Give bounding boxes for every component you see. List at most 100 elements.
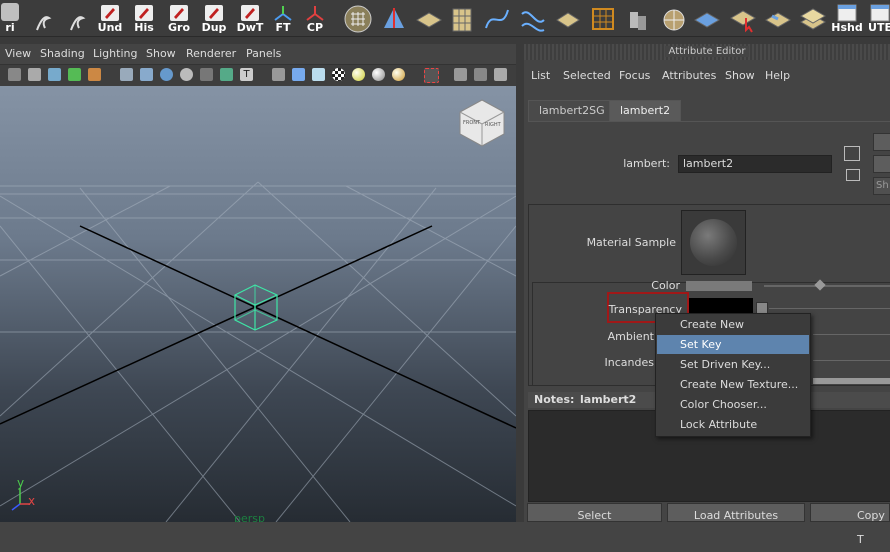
shelf-button-tiles[interactable] [692,1,722,34]
default-light-icon[interactable] [180,68,193,81]
menu-item-create-new-expression[interactable]: Create New Expression... [657,315,809,350]
cube-shaded-icon[interactable] [292,68,305,81]
material-sample-swatch [681,210,746,275]
shelf-button-history[interactable]: His [131,1,157,34]
cube-outline-icon[interactable] [272,68,285,81]
view-cube-front-label: FRONT [463,120,481,126]
grid-toggle-icon[interactable] [140,68,153,81]
menu-item-lock-attribute[interactable]: Lock Attribute [657,415,809,434]
panel-splitter[interactable] [516,44,524,522]
image-plane-icon[interactable] [68,68,81,81]
grid-axis-line-2 [0,225,433,425]
ambient-slider[interactable] [813,334,890,335]
attr-label-ambient: Ambient [607,330,654,343]
menu-item-color-chooser[interactable]: Color Chooser... [657,395,809,414]
transparency-slider[interactable] [769,308,890,309]
shelf-button-stack[interactable] [798,1,828,34]
shelf-button-center-pivot[interactable]: CP [303,1,327,34]
cube-lit-icon[interactable] [312,68,325,81]
camera-icon[interactable] [8,68,21,81]
bookmark-icon[interactable] [48,68,61,81]
attr-label-color: Color [651,279,680,292]
focus-input-icon[interactable] [844,146,860,161]
shelf-button-dwt[interactable]: DwT [236,1,264,34]
ae-side-button-1[interactable] [873,133,890,151]
menu-shading[interactable]: Shading [40,47,85,60]
incandescence-slider[interactable] [813,360,890,361]
textured-icon[interactable] [220,68,233,81]
tab-lambert2[interactable]: lambert2 [609,100,682,121]
select-button[interactable]: Select [527,503,662,522]
ae-menu-list[interactable]: List [531,69,550,82]
shelf-button-grid[interactable] [554,1,582,34]
isolate-select-icon[interactable] [424,68,439,83]
xray-icon[interactable] [200,68,213,81]
shelf-button-undo[interactable]: Und [97,1,123,34]
smooth-shade-icon[interactable] [160,68,173,81]
focus-output-icon[interactable] [846,169,860,181]
shelf-button-select-tiles[interactable] [728,1,758,34]
pencil-icon [101,5,119,21]
shelf-button-duplicate[interactable]: Dup [201,1,227,34]
shelf-button-swirl-2[interactable] [66,1,88,34]
gold-sphere-icon[interactable] [392,68,405,81]
grey-sphere-icon[interactable] [372,68,385,81]
menu-item-set-key[interactable]: Set Key [657,335,809,354]
perspective-viewport[interactable]: FRONT RIGHT y x persp [0,86,516,522]
color-slider[interactable] [764,285,890,287]
yellow-sphere-icon[interactable] [352,68,365,81]
attribute-editor-title-bar[interactable]: Attribute Editor [524,44,890,60]
text-t-icon[interactable]: T [240,68,253,81]
wireframe-icon[interactable] [120,68,133,81]
shelf-button-ri[interactable]: ri [0,1,20,34]
shelf-button-curve[interactable] [482,1,512,34]
menu-show[interactable]: Show [146,47,176,60]
shelf-button-lattice[interactable] [588,1,618,34]
shelf-separator [0,37,890,44]
pencil-icon [135,5,153,21]
shelf-button-multi-tiles[interactable] [763,1,793,34]
menu-renderer[interactable]: Renderer [186,47,236,60]
ae-menu-help[interactable]: Help [765,69,790,82]
shelf-button-hshd[interactable]: Hshd [831,1,863,34]
shelf-toolbar: ri Und His Gro Dup DwT FT CP Hshd UTE [0,0,890,37]
menu-item-create-new-texture[interactable]: Create New Texture... [657,375,809,394]
shelf-button-curve-2[interactable] [518,1,548,34]
layers-icon [1,3,19,21]
copy-tab-button[interactable]: Copy T [810,503,890,546]
shelf-button-plane[interactable] [414,1,444,34]
menu-item-set-driven-key[interactable]: Set Driven Key... [657,355,809,374]
checker-icon[interactable] [332,68,345,81]
shelf-button-snapshot[interactable] [343,1,373,34]
shelf-button-globe[interactable] [658,1,688,34]
shelf-button-cylinders[interactable] [624,1,652,34]
menu-lighting[interactable]: Lighting [93,47,137,60]
ae-side-button-2[interactable] [873,155,890,173]
color-swatch[interactable] [686,281,752,291]
shelf-button-cone[interactable] [380,1,408,34]
shelf-button-freeze-transforms[interactable]: FT [271,1,295,34]
camera-attributes-icon[interactable] [28,68,41,81]
axis-x-label: x [28,494,36,508]
ae-menu-attributes[interactable]: Attributes [662,69,716,82]
tab-lambert2sg[interactable]: lambert2SG [528,100,616,121]
ae-side-button-show[interactable]: Sh [873,177,890,195]
ae-menu-focus[interactable]: Focus [619,69,650,82]
share-icon[interactable] [494,68,507,81]
shelf-button-group[interactable]: Gro [166,1,192,34]
shelf-button-uv[interactable] [448,1,476,34]
ae-menu-selected[interactable]: Selected [563,69,611,82]
viewport-menu-bar: View Shading Lighting Show Renderer Pane… [0,44,516,64]
menu-view[interactable]: View [5,47,31,60]
ae-menu-show[interactable]: Show [725,69,755,82]
load-attributes-button[interactable]: Load Attributes [667,503,805,522]
attribute-editor-title: Attribute Editor [664,46,750,57]
box-icon[interactable] [454,68,467,81]
shelf-button-swirl-1[interactable] [32,1,54,34]
grease-pencil-icon[interactable] [88,68,101,81]
attribute-scrollbar[interactable] [813,378,890,384]
resolution-gate-icon[interactable] [474,68,487,81]
menu-panels[interactable]: Panels [246,47,281,60]
node-name-field[interactable]: lambert2 [678,155,832,173]
shelf-button-ute[interactable]: UTE [866,1,890,34]
